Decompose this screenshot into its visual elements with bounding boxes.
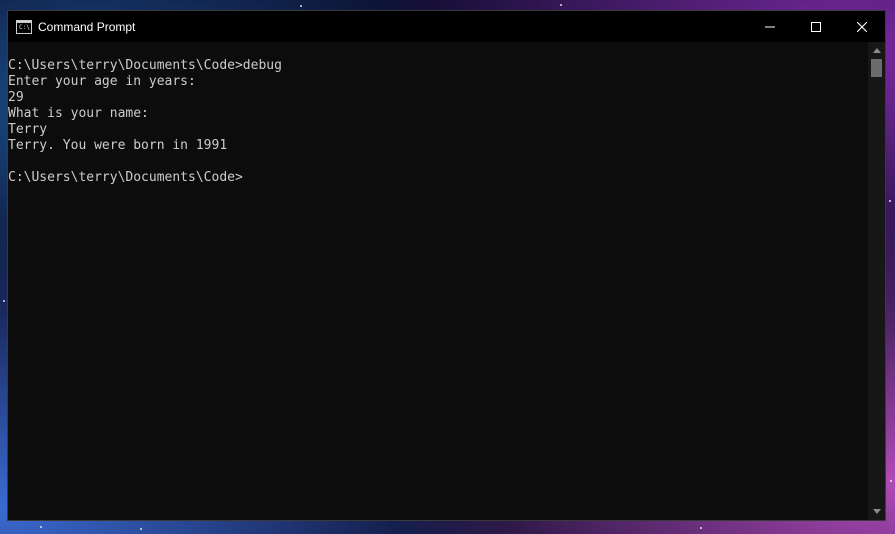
console-line: Terry. You were born in 1991 [8,138,228,153]
console-line: Terry [8,122,48,137]
minimize-button[interactable] [747,11,793,42]
console-line: What is your name: [8,106,149,121]
console-line: 29 [8,90,24,105]
desktop-star [700,527,702,529]
command-prompt-window: C:\ Command Prompt C:\Users\terry\Docume… [7,10,886,521]
desktop-star [890,480,892,482]
maximize-button[interactable] [793,11,839,42]
console-output[interactable]: C:\Users\terry\Documents\Code>debug Ente… [8,42,870,520]
minimize-icon [765,26,775,27]
desktop-star [889,200,891,202]
console-prompt-line: C:\Users\terry\Documents\Code> [8,170,243,185]
cmd-icon-text: C:\ [19,23,30,31]
cmd-icon: C:\ [16,19,32,34]
title-bar[interactable]: C:\ Command Prompt [8,11,885,42]
scroll-down-button[interactable] [868,503,885,520]
console-line: Enter your age in years: [8,74,196,89]
close-icon [857,21,867,32]
desktop-star [40,526,42,528]
chevron-down-icon [872,509,881,514]
console-line: C:\Users\terry\Documents\Code>debug [8,58,282,73]
scroll-up-button[interactable] [868,42,885,59]
window-title: Command Prompt [38,19,136,34]
chevron-up-icon [872,48,881,53]
desktop-star [3,300,5,302]
desktop-star [560,4,562,6]
desktop-star [300,5,302,7]
vertical-scrollbar[interactable] [868,42,885,520]
close-button[interactable] [839,11,885,42]
maximize-icon [811,21,821,32]
desktop-star [140,528,142,530]
scrollbar-thumb[interactable] [871,59,882,77]
window-controls [747,11,885,42]
